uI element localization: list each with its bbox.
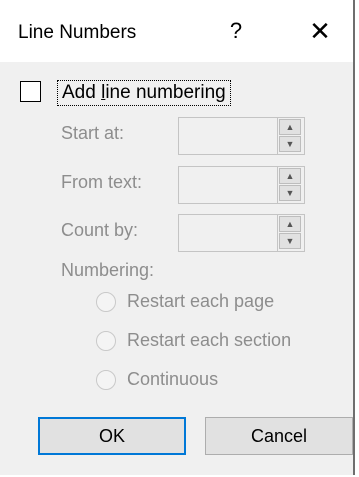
- spin-down-button[interactable]: ▼: [279, 136, 301, 152]
- spinner-buttons: ▲ ▼: [277, 118, 304, 154]
- count-by-label: Count by:: [61, 220, 139, 240]
- label-part: Add: [62, 82, 102, 103]
- help-button[interactable]: ?: [222, 14, 250, 48]
- start-at-spinner[interactable]: ▲ ▼: [178, 117, 305, 155]
- radio-button[interactable]: [96, 292, 116, 312]
- close-button[interactable]: ✕: [303, 14, 337, 48]
- add-line-numbering-label[interactable]: Add line numbering: [57, 80, 231, 106]
- add-line-numbering-checkbox[interactable]: [20, 81, 41, 102]
- count-by-spinner[interactable]: ▲ ▼: [178, 214, 305, 252]
- start-at-label: Start at:: [61, 123, 125, 143]
- spin-down-button[interactable]: ▼: [279, 233, 301, 249]
- radio-label: Restart each section: [127, 330, 292, 350]
- label-part: ine numbering: [105, 82, 226, 103]
- from-text-label: From text:: [61, 172, 143, 192]
- title-bar: Line Numbers ? ✕: [0, 0, 353, 62]
- numbering-label: Numbering:: [61, 260, 155, 280]
- from-text-input[interactable]: [179, 167, 276, 203]
- spin-down-button[interactable]: ▼: [279, 185, 301, 201]
- radio-label: Continuous: [127, 369, 219, 389]
- spinner-buttons: ▲ ▼: [277, 215, 304, 251]
- ok-button[interactable]: OK: [38, 417, 186, 455]
- count-by-input[interactable]: [179, 215, 276, 251]
- from-text-spinner[interactable]: ▲ ▼: [178, 166, 305, 204]
- cancel-button[interactable]: Cancel: [205, 417, 353, 455]
- spin-up-button[interactable]: ▲: [279, 216, 301, 232]
- spin-up-button[interactable]: ▲: [279, 168, 301, 184]
- dialog-title: Line Numbers: [18, 22, 137, 43]
- radio-button[interactable]: [96, 331, 116, 351]
- line-numbers-dialog: Line Numbers ? ✕ Add line numbering Star…: [0, 0, 355, 475]
- radio-label: Restart each page: [127, 291, 275, 311]
- spin-up-button[interactable]: ▲: [279, 119, 301, 135]
- spinner-buttons: ▲ ▼: [277, 167, 304, 203]
- radio-button[interactable]: [96, 370, 116, 390]
- start-at-input[interactable]: [179, 118, 276, 154]
- dialog-content: Add line numbering Start at: ▲ ▼ From te…: [0, 62, 353, 475]
